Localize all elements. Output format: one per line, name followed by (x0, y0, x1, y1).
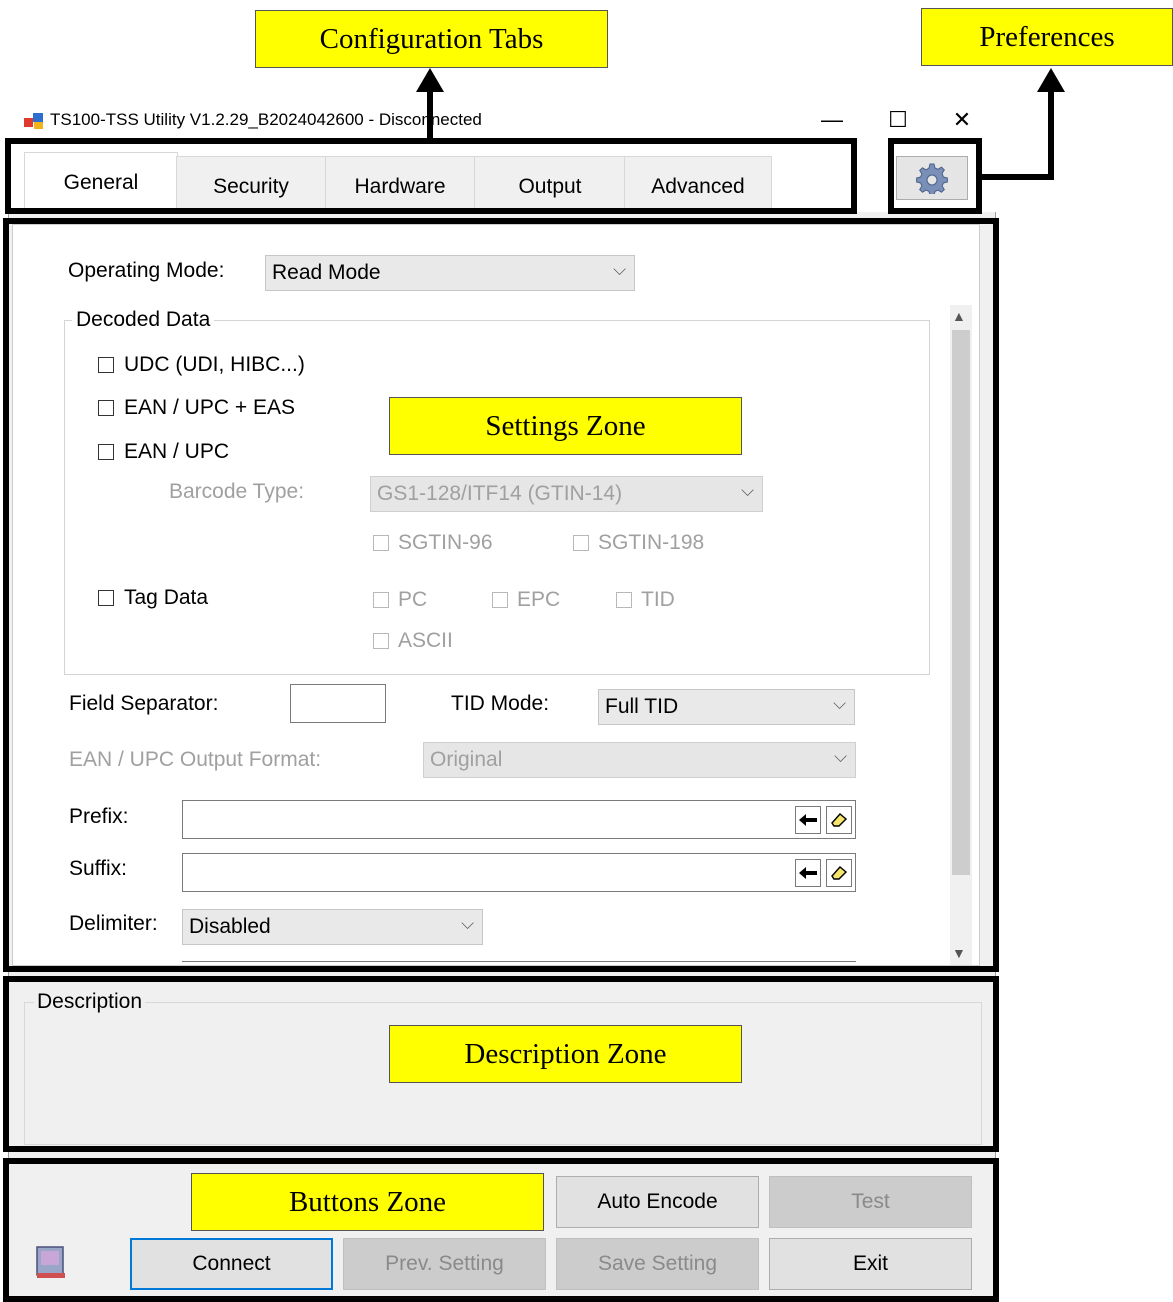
description-zone-callout: Description Zone (389, 1025, 742, 1083)
udc-checkbox[interactable] (98, 357, 114, 373)
tid-mode-label: TID Mode: (451, 692, 550, 715)
arrow-shaft (1048, 88, 1054, 180)
chevron-down-icon: ⌵ (741, 481, 754, 500)
maximize-button[interactable]: ☐ (876, 106, 920, 134)
auto-encode-button[interactable]: Auto Encode (556, 1176, 759, 1228)
preferences-button[interactable] (896, 156, 968, 200)
operating-mode-select[interactable]: Read Mode ⌵ (265, 255, 635, 291)
tid-checkbox[interactable] (616, 592, 632, 608)
eraser-icon (831, 813, 848, 827)
epc-label: EPC (517, 588, 561, 611)
scroll-up-icon[interactable]: ▲ (952, 308, 966, 324)
sgtin198-label: SGTIN-198 (598, 531, 705, 554)
decoded-data-group-label: Decoded Data (72, 308, 215, 332)
tab-hardware[interactable]: Hardware (325, 156, 475, 210)
arrow-connector (982, 174, 1054, 180)
arrow-up-icon (416, 68, 444, 92)
tab-output[interactable]: Output (474, 156, 626, 210)
prev-setting-button[interactable]: Prev. Setting (343, 1238, 546, 1290)
test-button[interactable]: Test (769, 1176, 972, 1228)
tid-mode-select[interactable]: Full TID ⌵ (598, 689, 855, 725)
barcode-type-label: Barcode Type: (169, 480, 305, 503)
arrow-left-icon (799, 867, 817, 879)
sgtin198-checkbox[interactable] (573, 535, 589, 551)
scroll-down-icon[interactable]: ▼ (952, 945, 966, 961)
tid-label: TID (641, 588, 675, 611)
chevron-down-icon: ⌵ (833, 694, 846, 713)
prefix-label: Prefix: (69, 805, 129, 828)
sgtin96-checkbox[interactable] (373, 535, 389, 551)
tab-general[interactable]: General (24, 152, 178, 212)
exit-button[interactable]: Exit (769, 1238, 972, 1290)
app-logo-icon (24, 113, 43, 129)
insert-arrow-button[interactable] (795, 859, 821, 887)
settings-zone-callout: Settings Zone (389, 397, 742, 455)
minimize-button[interactable]: — (810, 106, 854, 134)
eraser-icon (831, 866, 848, 880)
scrollbar-thumb[interactable] (952, 330, 970, 875)
field-separator-label: Field Separator: (69, 692, 219, 715)
chevron-down-icon: ⌵ (461, 914, 474, 933)
tab-security[interactable]: Security (176, 156, 326, 210)
device-icon[interactable] (34, 1244, 68, 1280)
epc-checkbox[interactable] (492, 592, 508, 608)
delimiter-label: Delimiter: (69, 912, 158, 935)
buttons-zone-callout: Buttons Zone (191, 1173, 544, 1231)
ean-upc-checkbox[interactable] (98, 444, 114, 460)
chevron-down-icon: ⌵ (613, 260, 626, 279)
gear-icon (916, 163, 948, 194)
ascii-checkbox[interactable] (373, 633, 389, 649)
delimiter-select[interactable]: Disabled ⌵ (182, 909, 483, 945)
tag-data-label: Tag Data (124, 586, 209, 609)
description-label: Description (34, 990, 146, 1014)
eraser-button[interactable] (826, 859, 852, 887)
arrow-up-icon (1037, 68, 1065, 92)
pc-checkbox[interactable] (373, 592, 389, 608)
tab-advanced[interactable]: Advanced (624, 156, 772, 210)
insert-arrow-button[interactable] (795, 806, 821, 834)
udc-label: UDC (UDI, HIBC...) (124, 353, 305, 376)
save-setting-button[interactable]: Save Setting (556, 1238, 759, 1290)
barcode-type-select[interactable]: GS1-128/ITF14 (GTIN-14) ⌵ (370, 476, 763, 512)
suffix-input[interactable] (182, 853, 856, 892)
ean-output-format-label: EAN / UPC Output Format: (69, 748, 322, 771)
chevron-down-icon: ⌵ (834, 747, 847, 766)
preferences-callout: Preferences (921, 8, 1173, 66)
tag-data-checkbox[interactable] (98, 590, 114, 606)
sgtin96-label: SGTIN-96 (398, 531, 493, 554)
eraser-button[interactable] (826, 806, 852, 834)
operating-mode-label: Operating Mode: (68, 259, 225, 282)
suffix-label: Suffix: (69, 857, 127, 880)
ean-upc-eas-checkbox[interactable] (98, 400, 114, 416)
arrow-left-icon (799, 814, 817, 826)
close-button[interactable]: ✕ (940, 106, 984, 134)
configuration-tabs-callout: Configuration Tabs (255, 10, 608, 68)
pc-label: PC (398, 588, 428, 611)
window-title: TS100-TSS Utility V1.2.29_B2024042600 - … (50, 110, 482, 129)
next-row-edge (182, 961, 856, 965)
ean-upc-label: EAN / UPC (124, 440, 230, 463)
arrow-shaft (427, 86, 433, 140)
ean-output-format-select[interactable]: Original ⌵ (423, 742, 856, 778)
prefix-input[interactable] (182, 800, 856, 839)
ean-upc-eas-label: EAN / UPC + EAS (124, 396, 295, 419)
ascii-label: ASCII (398, 629, 453, 652)
field-separator-input[interactable] (290, 684, 386, 723)
connect-button[interactable]: Connect (130, 1238, 333, 1290)
